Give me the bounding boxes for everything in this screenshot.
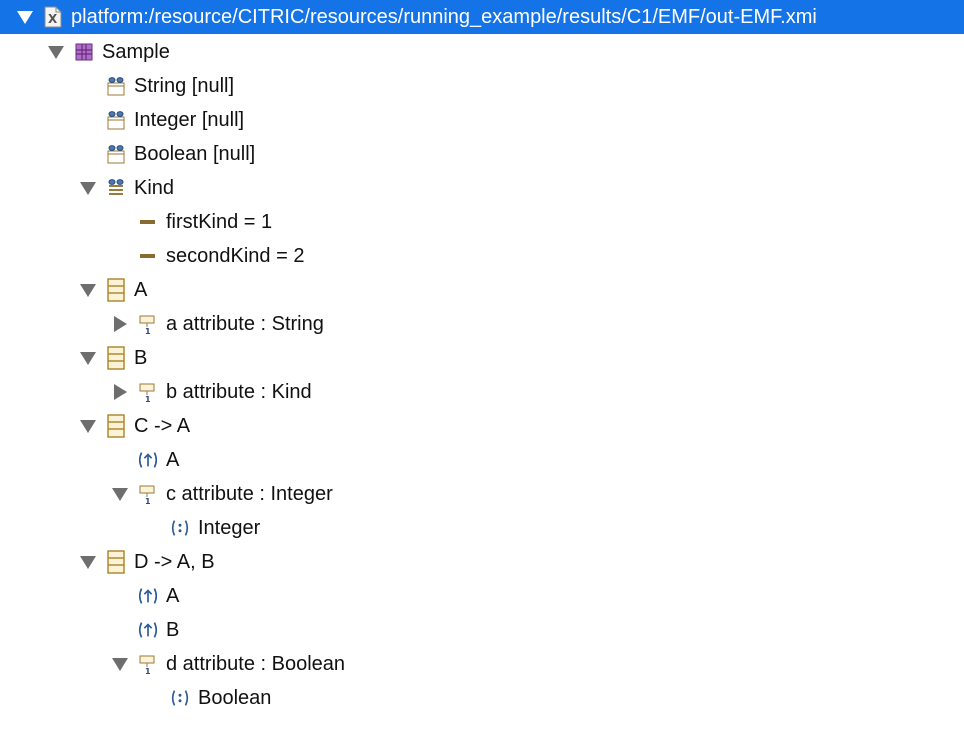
tree-row-datatype[interactable]: Integer [null] [0, 103, 964, 137]
package-icon [73, 41, 95, 63]
class-icon [105, 278, 127, 302]
tree-row-attribute[interactable]: 1 b attribute : Kind [0, 375, 964, 409]
tree-row-label: B [166, 618, 180, 641]
tree-row-label: Boolean [null] [134, 142, 256, 165]
model-tree: X platform:/resource/CITRIC/resources/ru… [0, 0, 964, 732]
tree-row-label: a attribute : String [166, 312, 324, 335]
supertype-icon [137, 449, 159, 471]
supertype-icon [137, 585, 159, 607]
tree-row-label: B [134, 346, 148, 369]
type-ref-icon [169, 517, 191, 539]
collapse-arrow-icon[interactable] [79, 553, 97, 571]
tree-row-label: A [166, 584, 180, 607]
attribute-icon: 1 [137, 483, 159, 505]
datatype-icon [105, 143, 127, 165]
collapse-arrow-icon[interactable] [47, 43, 65, 61]
tree-row-enum[interactable]: Kind [0, 171, 964, 205]
tree-row-label: C -> A [134, 414, 191, 437]
collapse-arrow-icon[interactable] [79, 281, 97, 299]
tree-row-datatype[interactable]: Boolean [null] [0, 137, 964, 171]
datatype-icon [105, 75, 127, 97]
class-icon [105, 550, 127, 574]
type-ref-icon [169, 687, 191, 709]
attribute-icon: 1 [137, 381, 159, 403]
collapse-arrow-icon[interactable] [79, 179, 97, 197]
collapse-arrow-icon[interactable] [79, 417, 97, 435]
tree-row-label: platform:/resource/CITRIC/resources/runn… [71, 5, 817, 28]
expand-arrow-icon[interactable] [111, 383, 129, 401]
tree-row-supertype[interactable]: A [0, 443, 964, 477]
xmi-file-icon: X [42, 6, 64, 28]
tree-row-class[interactable]: B [0, 341, 964, 375]
tree-row-label: c attribute : Integer [166, 482, 333, 505]
class-icon [105, 346, 127, 370]
tree-row-attribute[interactable]: 1 a attribute : String [0, 307, 964, 341]
collapse-arrow-icon[interactable] [79, 349, 97, 367]
enum-icon [105, 177, 127, 199]
tree-row-label: secondKind = 2 [166, 244, 305, 267]
tree-row-label: firstKind = 1 [166, 210, 273, 233]
tree-row-type-ref[interactable]: Integer [0, 511, 964, 545]
tree-row-label: Sample [102, 40, 170, 63]
enum-literal-icon [137, 211, 159, 233]
collapse-arrow-icon[interactable] [16, 8, 34, 26]
enum-literal-icon [137, 245, 159, 267]
tree-row-class[interactable]: D -> A, B [0, 545, 964, 579]
svg-text:X: X [48, 12, 58, 26]
tree-row-type-ref[interactable]: Boolean [0, 681, 964, 715]
tree-row-label: Integer [null] [134, 108, 245, 131]
supertype-icon [137, 619, 159, 641]
datatype-icon [105, 109, 127, 131]
tree-row-label: A [134, 278, 148, 301]
tree-row-label: Boolean [198, 686, 272, 709]
class-icon [105, 414, 127, 438]
tree-row-class[interactable]: C -> A [0, 409, 964, 443]
tree-row-label: b attribute : Kind [166, 380, 312, 403]
attribute-icon: 1 [137, 313, 159, 335]
expand-arrow-icon[interactable] [111, 315, 129, 333]
tree-row-package[interactable]: Sample [0, 35, 964, 69]
collapse-arrow-icon[interactable] [111, 485, 129, 503]
svg-text:1: 1 [145, 667, 151, 675]
tree-row-label: Kind [134, 176, 175, 199]
tree-row-label: D -> A, B [134, 550, 215, 573]
tree-row-root[interactable]: X platform:/resource/CITRIC/resources/ru… [0, 0, 964, 34]
tree-row-class[interactable]: A [0, 273, 964, 307]
tree-row-attribute[interactable]: 1 d attribute : Boolean [0, 647, 964, 681]
attribute-icon: 1 [137, 653, 159, 675]
tree-row-datatype[interactable]: String [null] [0, 69, 964, 103]
tree-row-label: A [166, 448, 180, 471]
tree-row-supertype[interactable]: A [0, 579, 964, 613]
tree-row-label: d attribute : Boolean [166, 652, 346, 675]
tree-row-enum-literal[interactable]: firstKind = 1 [0, 205, 964, 239]
tree-row-attribute[interactable]: 1 c attribute : Integer [0, 477, 964, 511]
tree-row-supertype[interactable]: B [0, 613, 964, 647]
collapse-arrow-icon[interactable] [111, 655, 129, 673]
svg-text:1: 1 [145, 327, 151, 335]
tree-row-enum-literal[interactable]: secondKind = 2 [0, 239, 964, 273]
svg-text:1: 1 [145, 395, 151, 403]
tree-row-label: Integer [198, 516, 261, 539]
svg-text:1: 1 [145, 497, 151, 505]
tree-row-label: String [null] [134, 74, 235, 97]
